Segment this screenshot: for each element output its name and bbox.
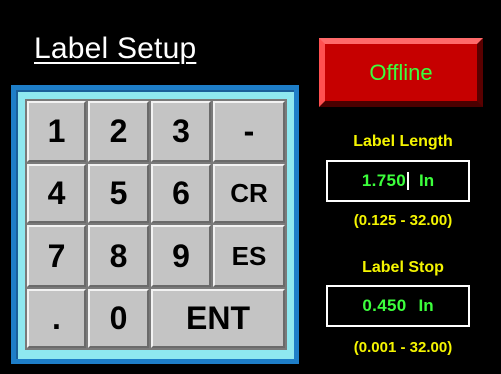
label-length-range: (0.125 - 32.00) bbox=[353, 212, 453, 229]
label-length-unit: In bbox=[418, 171, 435, 190]
key-2[interactable]: 2 bbox=[88, 101, 149, 162]
label-stop-value: 0.450 bbox=[362, 296, 407, 315]
page-title: Label Setup bbox=[34, 32, 197, 65]
status-label: Offline bbox=[369, 59, 433, 85]
key-1[interactable]: 1 bbox=[27, 101, 86, 162]
key-0[interactable]: 0 bbox=[88, 289, 149, 348]
key-8[interactable]: 8 bbox=[88, 225, 149, 287]
label-length-field[interactable]: 1.750 In bbox=[326, 160, 470, 202]
key-enter[interactable]: ENT bbox=[151, 289, 285, 348]
key-decimal[interactable]: . bbox=[27, 289, 86, 348]
keypad: 1 2 3 - 4 5 6 CR 7 8 9 ES . 0 ENT bbox=[25, 99, 287, 350]
label-length-heading: Label Length bbox=[353, 133, 453, 150]
key-6[interactable]: 6 bbox=[151, 164, 211, 223]
key-cr[interactable]: CR bbox=[213, 164, 285, 223]
key-3[interactable]: 3 bbox=[151, 101, 211, 162]
key-es[interactable]: ES bbox=[213, 225, 285, 287]
label-length-value: 1.750 bbox=[361, 171, 406, 190]
label-stop-unit: In bbox=[418, 296, 434, 315]
offline-status-button[interactable]: Offline bbox=[319, 38, 483, 107]
key-4[interactable]: 4 bbox=[27, 164, 86, 223]
key-7[interactable]: 7 bbox=[27, 225, 86, 287]
label-stop-field[interactable]: 0.450 In bbox=[326, 285, 470, 327]
key-5[interactable]: 5 bbox=[88, 164, 149, 223]
text-cursor bbox=[406, 172, 409, 190]
label-stop-range: (0.001 - 32.00) bbox=[353, 339, 453, 356]
key-9[interactable]: 9 bbox=[151, 225, 211, 287]
label-stop-heading: Label Stop bbox=[362, 259, 444, 276]
key-minus[interactable]: - bbox=[213, 101, 285, 162]
